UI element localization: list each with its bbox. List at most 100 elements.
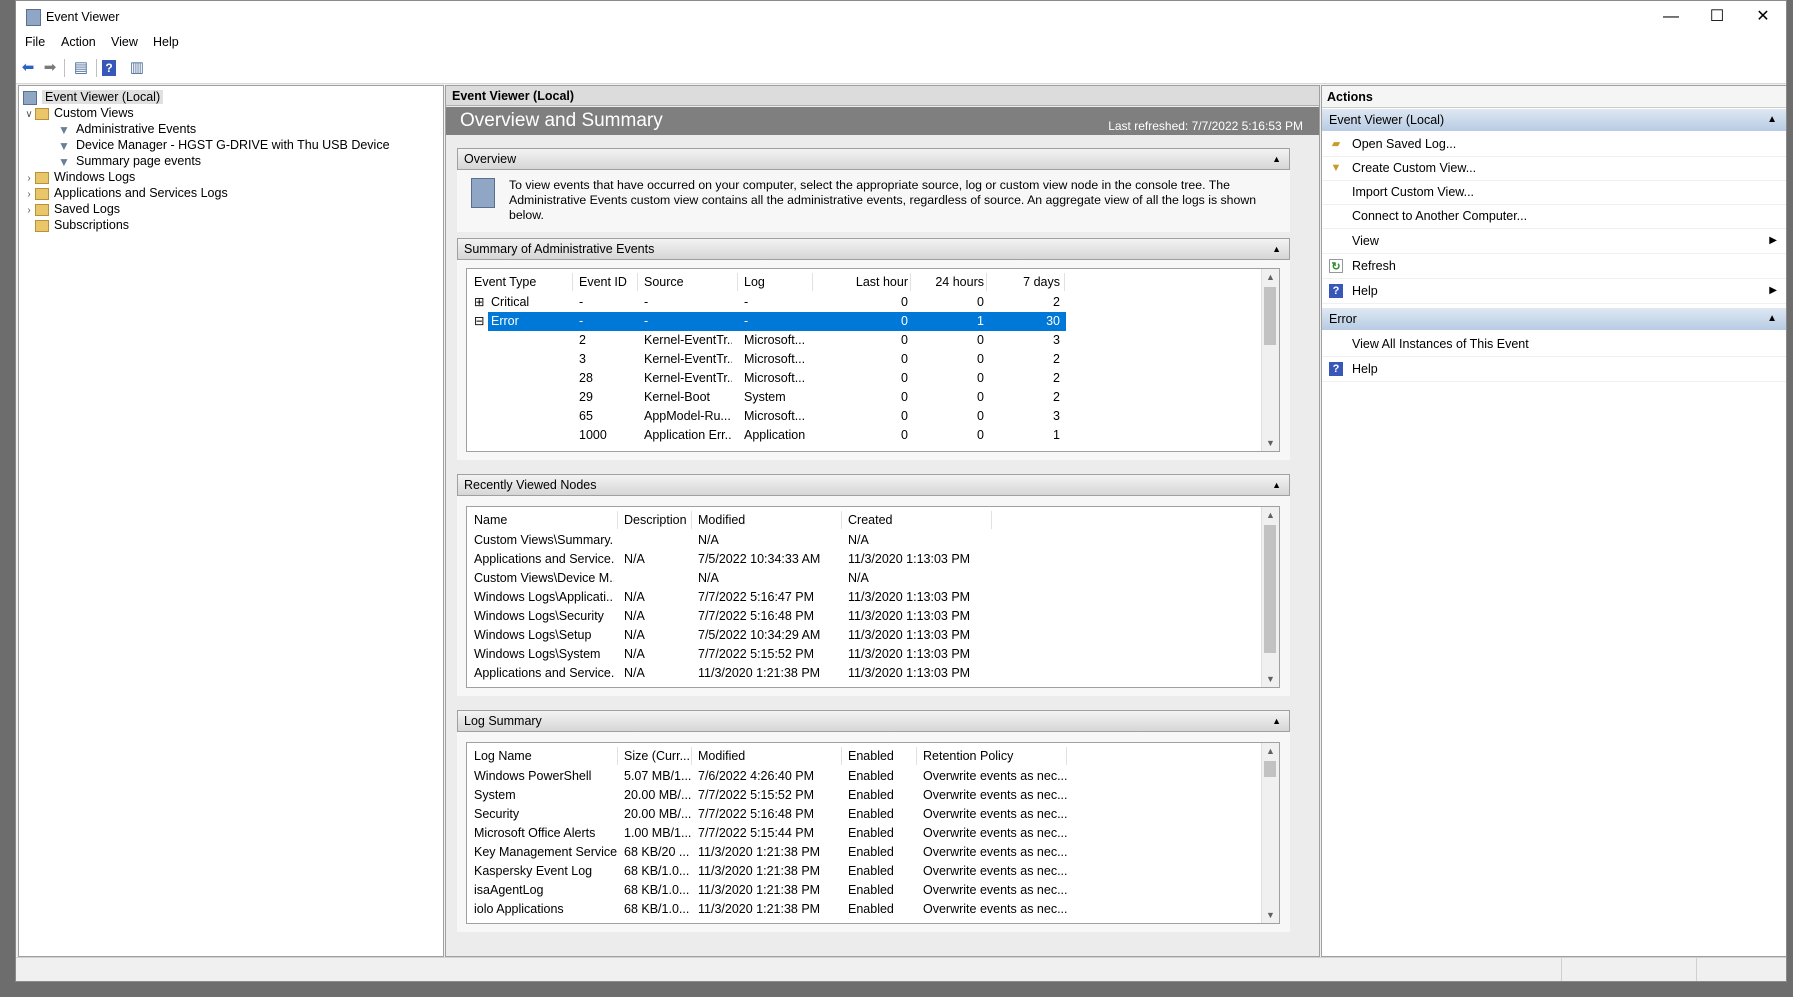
actions-group-event-viewer-local[interactable]: Event Viewer (Local) ▲	[1322, 109, 1786, 131]
table-row[interactable]: 65 AppModel-Ru... Microsoft... 0 0 3	[467, 407, 1279, 426]
collapse-icon[interactable]: ▲	[1767, 308, 1777, 330]
col-description[interactable]: Description	[624, 511, 687, 529]
table-row[interactable]: 3 Kernel-EventTr... Microsoft... 0 0 2	[467, 350, 1279, 369]
tree-item-subscriptions[interactable]: Subscriptions	[23, 216, 129, 234]
col-event-id[interactable]: Event ID	[579, 273, 627, 291]
collapse-icon[interactable]: ▲	[1272, 149, 1281, 169]
folder-icon	[35, 203, 49, 216]
event-viewer-icon	[471, 178, 495, 208]
table-row[interactable]: System 20.00 MB/... 7/7/2022 5:15:52 PM …	[467, 786, 1279, 805]
action-help-error[interactable]: ? Help	[1322, 357, 1786, 382]
scroll-down-icon[interactable]: ▼	[1262, 435, 1279, 451]
title-bar: Event Viewer — ☐ ✕	[16, 1, 1786, 33]
table-row-selected[interactable]: ⊟ Error - - - 0 1 30	[467, 312, 1279, 331]
collapse-icon[interactable]: ▲	[1272, 239, 1281, 259]
scroll-thumb[interactable]	[1264, 287, 1276, 345]
col-log-name[interactable]: Log Name	[474, 747, 532, 765]
overview-text: To view events that have occurred on you…	[509, 178, 1257, 222]
scroll-up-icon[interactable]: ▲	[1262, 743, 1279, 759]
admin-summary-section-header[interactable]: Summary of Administrative Events ▲	[457, 238, 1290, 260]
table-row[interactable]: Custom Views\Summary... N/A N/A	[467, 531, 1279, 550]
vertical-scrollbar[interactable]: ▲ ▼	[1261, 269, 1279, 451]
menu-help[interactable]: Help	[153, 35, 179, 49]
action-connect-to-another-computer[interactable]: Connect to Another Computer...	[1322, 204, 1786, 229]
action-refresh[interactable]: ↻ Refresh	[1322, 254, 1786, 279]
col-name[interactable]: Name	[474, 511, 507, 529]
table-row[interactable]: Windows Logs\Setup N/A 7/5/2022 10:34:29…	[467, 626, 1279, 645]
action-create-custom-view[interactable]: ▼ Create Custom View...	[1322, 156, 1786, 181]
scroll-up-icon[interactable]: ▲	[1262, 507, 1279, 523]
menu-file[interactable]: File	[25, 35, 45, 49]
last-refreshed: Last refreshed: 7/7/2022 5:16:53 PM	[1108, 119, 1303, 133]
collapse-icon[interactable]: ▲	[1272, 711, 1281, 731]
close-button[interactable]: ✕	[1740, 1, 1786, 33]
table-row[interactable]: Windows PowerShell 5.07 MB/1... 7/6/2022…	[467, 767, 1279, 786]
table-row[interactable]: ⊞ Critical - - - 0 0 2	[467, 293, 1279, 312]
recent-nodes-section-header[interactable]: Recently Viewed Nodes ▲	[457, 474, 1290, 496]
overview-section-header[interactable]: Overview ▲	[457, 148, 1290, 170]
folder-icon	[35, 219, 49, 232]
action-view-all-instances[interactable]: View All Instances of This Event	[1322, 332, 1786, 357]
help-icon[interactable]: ?	[102, 60, 116, 76]
col-log[interactable]: Log	[744, 273, 765, 291]
menu-view[interactable]: View	[111, 35, 138, 49]
table-row[interactable]: Key Management Service 68 KB/20 ... 11/3…	[467, 843, 1279, 862]
toolbar-separator	[64, 59, 65, 77]
actions-group-error[interactable]: Error ▲	[1322, 308, 1786, 330]
scroll-up-icon[interactable]: ▲	[1262, 269, 1279, 285]
table-row[interactable]: Applications and Service... N/A 11/3/202…	[467, 664, 1279, 683]
col-source[interactable]: Source	[644, 273, 684, 291]
scroll-down-icon[interactable]: ▼	[1262, 671, 1279, 687]
chevron-down-icon[interactable]: ∨	[23, 106, 35, 124]
action-view[interactable]: View ▶	[1322, 229, 1786, 254]
minimize-button[interactable]: —	[1648, 1, 1694, 33]
action-help[interactable]: ? Help ▶	[1322, 279, 1786, 304]
forward-arrow-icon[interactable]: ➡	[40, 58, 60, 78]
log-summary-section-header[interactable]: Log Summary ▲	[457, 710, 1290, 732]
overview-banner: Overview and Summary Last refreshed: 7/7…	[446, 107, 1319, 135]
vertical-scrollbar[interactable]: ▲ ▼	[1261, 743, 1279, 923]
col-event-type[interactable]: Event Type	[474, 273, 536, 291]
col-modified[interactable]: Modified	[698, 747, 745, 765]
col-size[interactable]: Size (Curr...	[624, 747, 690, 765]
table-row[interactable]: Windows Logs\System N/A 7/7/2022 5:15:52…	[467, 645, 1279, 664]
table-row[interactable]: Windows Logs\Security N/A 7/7/2022 5:16:…	[467, 607, 1279, 626]
collapse-icon[interactable]: ⊟	[474, 312, 484, 331]
col-enabled[interactable]: Enabled	[848, 747, 894, 765]
expand-icon[interactable]: ⊞	[474, 293, 484, 312]
collapse-icon[interactable]: ▲	[1272, 475, 1281, 495]
show-hide-console-tree-icon[interactable]: ▤	[71, 58, 91, 78]
table-row[interactable]: Windows Logs\Applicati... N/A 7/7/2022 5…	[467, 588, 1279, 607]
table-row[interactable]: Applications and Service... N/A 7/5/2022…	[467, 550, 1279, 569]
collapse-icon[interactable]: ▲	[1767, 109, 1777, 131]
col-modified[interactable]: Modified	[698, 511, 745, 529]
back-arrow-icon[interactable]: ⬅	[18, 58, 38, 78]
table-row[interactable]: Microsoft Office Alerts 1.00 MB/1... 7/7…	[467, 824, 1279, 843]
table-row[interactable]: iolo Applications 68 KB/1.0... 11/3/2020…	[467, 900, 1279, 919]
table-row[interactable]: 1000 Application Err... Application 0 0 …	[467, 426, 1279, 445]
table-row[interactable]: Security 20.00 MB/... 7/7/2022 5:16:48 P…	[467, 805, 1279, 824]
table-row[interactable]: 2 Kernel-EventTr... Microsoft... 0 0 3	[467, 331, 1279, 350]
col-7-days[interactable]: 7 days	[988, 273, 1060, 291]
scroll-thumb[interactable]	[1264, 761, 1276, 777]
col-retention-policy[interactable]: Retention Policy	[923, 747, 1013, 765]
scroll-thumb[interactable]	[1264, 525, 1276, 653]
help-icon: ?	[1329, 362, 1343, 376]
table-row[interactable]: Custom Views\Device M... N/A N/A	[467, 569, 1279, 588]
show-hide-action-pane-icon[interactable]: ▥	[127, 58, 147, 78]
table-row[interactable]: 29 Kernel-Boot System 0 0 2	[467, 388, 1279, 407]
maximize-button[interactable]: ☐	[1694, 1, 1740, 33]
col-24-hours[interactable]: 24 hours	[912, 273, 984, 291]
col-last-hour[interactable]: Last hour	[833, 273, 908, 291]
table-row[interactable]: Kaspersky Event Log 68 KB/1.0... 11/3/20…	[467, 862, 1279, 881]
vertical-scrollbar[interactable]: ▲ ▼	[1261, 507, 1279, 687]
table-row[interactable]: isaAgentLog 68 KB/1.0... 11/3/2020 1:21:…	[467, 881, 1279, 900]
menu-action[interactable]: Action	[61, 35, 96, 49]
refresh-icon: ↻	[1329, 259, 1343, 273]
table-row[interactable]: 28 Kernel-EventTr... Microsoft... 0 0 2	[467, 369, 1279, 388]
action-open-saved-log[interactable]: ▰ Open Saved Log...	[1322, 132, 1786, 157]
action-import-custom-view[interactable]: Import Custom View...	[1322, 180, 1786, 205]
col-created[interactable]: Created	[848, 511, 892, 529]
scroll-down-icon[interactable]: ▼	[1262, 907, 1279, 923]
overview-section: Overview ▲ To view events that have occu…	[457, 148, 1290, 232]
